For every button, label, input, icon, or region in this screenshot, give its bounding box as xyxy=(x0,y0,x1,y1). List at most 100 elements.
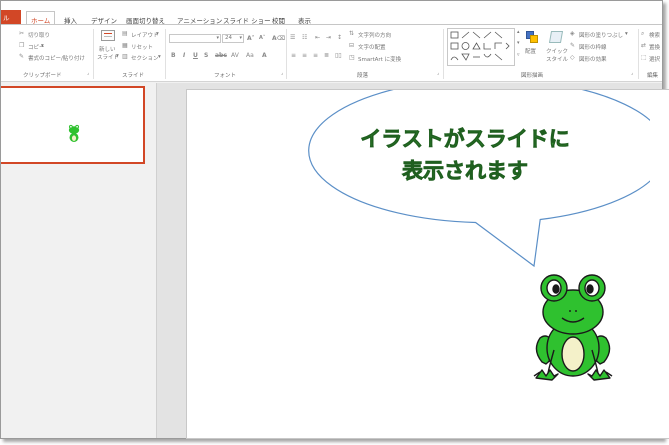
drawing-group-label: 図形描画 xyxy=(521,73,544,79)
group-divider xyxy=(443,29,444,79)
shapes-gallery-icon xyxy=(450,31,510,61)
group-divider xyxy=(286,29,287,79)
section-button[interactable]: セクション xyxy=(131,54,159,62)
font-group-label: フォント xyxy=(214,73,237,79)
select-button[interactable]: 選択 xyxy=(649,55,660,63)
increase-indent-icon[interactable]: ⇥ xyxy=(326,34,331,41)
shape-fill-button[interactable]: 図形の塗りつぶし xyxy=(579,31,623,39)
effects-icon: ◇ xyxy=(570,54,575,61)
speech-bubble-text[interactable]: イラストがスライドに 表示されます xyxy=(325,123,605,187)
clear-formatting-icon[interactable]: A⌫ xyxy=(272,35,285,42)
layout-button[interactable]: レイアウト xyxy=(131,31,159,39)
layout-dropdown-icon[interactable]: ▾ xyxy=(156,31,159,37)
shapes-gallery[interactable] xyxy=(447,28,515,66)
arrange-icon xyxy=(526,31,538,43)
font-color-icon[interactable]: A xyxy=(262,52,267,59)
text-direction-button[interactable]: 文字列の方向 xyxy=(358,31,391,39)
tab-file[interactable]: ル xyxy=(1,10,21,24)
decrease-indent-icon[interactable]: ⇤ xyxy=(315,34,320,41)
strikethrough-icon[interactable]: abc xyxy=(215,52,227,59)
select-icon: ⬚ xyxy=(641,54,647,61)
character-spacing-icon[interactable]: AV xyxy=(231,52,239,59)
reset-button[interactable]: リセット xyxy=(131,43,153,51)
slides-group-label: スライド xyxy=(122,73,145,79)
align-text-button[interactable]: 文字の配置 xyxy=(358,43,386,51)
columns-icon[interactable]: ▯▯ xyxy=(335,52,342,59)
tab-home[interactable]: ホーム xyxy=(26,11,56,25)
font-size-value: 24 xyxy=(225,35,232,41)
new-slide-dropdown-icon: ▾ xyxy=(116,53,119,59)
replace-button[interactable]: 置換 xyxy=(649,43,660,51)
quick-styles-icon xyxy=(548,31,564,43)
format-painter-icon: ✎ xyxy=(19,53,25,60)
italic-icon[interactable]: I xyxy=(183,52,185,59)
frog-illustration[interactable] xyxy=(532,270,614,382)
layout-icon: ▤ xyxy=(122,30,128,37)
arrange-button[interactable]: 配置 xyxy=(523,29,541,65)
bullets-icon[interactable]: ☰ xyxy=(290,34,295,41)
paint-bucket-icon: ◈ xyxy=(570,30,575,37)
drawing-launcher-icon[interactable]: ⌟ xyxy=(631,71,633,76)
chevron-down-icon: ▾ xyxy=(216,35,219,41)
new-slide-label-line1: 新しい xyxy=(99,47,116,53)
bubble-text-line1: イラストがスライドに xyxy=(360,127,570,152)
clipboard-group-label: クリップボード xyxy=(23,73,62,79)
numbering-icon[interactable]: ☷ xyxy=(302,34,307,41)
grow-font-icon[interactable]: A˄ xyxy=(247,35,255,42)
smartart-button[interactable]: SmartArt に変換 xyxy=(358,55,401,63)
paragraph-group-label: 段落 xyxy=(357,73,369,79)
ribbon-tab-bar: ル ホーム 挿入 デザイン 画面切り替え アニメーション スライド ショー 校閲… xyxy=(1,1,662,25)
copy-icon: ❐ xyxy=(19,42,25,49)
text-direction-icon: ⇅ xyxy=(349,30,355,37)
shape-outline-button[interactable]: 図形の枠線 xyxy=(579,43,607,51)
gallery-scroll-down-icon[interactable]: ▾ xyxy=(517,40,520,46)
format-painter-button[interactable]: 書式のコピー/貼り付け xyxy=(28,54,85,62)
slide-thumbnail[interactable] xyxy=(1,86,145,164)
change-case-icon[interactable]: Aa xyxy=(246,52,254,59)
tab-file-label: ル xyxy=(3,14,10,22)
quick-styles-label-line1: クイック xyxy=(546,49,569,55)
pen-icon: ✎ xyxy=(570,42,576,49)
shape-effects-button[interactable]: 図形の効果 xyxy=(579,55,607,63)
cut-button[interactable]: 切り取り xyxy=(28,31,50,39)
gallery-more-icon[interactable]: ▿ xyxy=(517,52,520,58)
align-center-icon[interactable]: ≡ xyxy=(302,52,307,59)
align-right-icon[interactable]: ≡ xyxy=(313,52,318,59)
reset-icon: ▦ xyxy=(122,42,128,49)
underline-icon[interactable]: U xyxy=(193,52,198,59)
shrink-font-icon[interactable]: A˅ xyxy=(259,35,265,41)
replace-icon: ⇄ xyxy=(641,42,647,49)
bubble-text-line2: 表示されます xyxy=(402,159,529,184)
quick-styles-label-line2: スタイル xyxy=(546,57,569,63)
section-icon: ▥ xyxy=(122,53,128,60)
editing-group-label: 編集 xyxy=(647,73,659,79)
paragraph-launcher-icon[interactable]: ⌟ xyxy=(437,71,439,76)
group-divider xyxy=(638,29,639,79)
chevron-down-icon: ▾ xyxy=(239,35,242,41)
gallery-scroll-up-icon[interactable]: ▴ xyxy=(517,29,520,35)
arrange-label: 配置 xyxy=(525,49,537,55)
bold-icon[interactable]: B xyxy=(171,52,176,59)
align-left-icon[interactable]: ≡ xyxy=(291,52,296,59)
frog-illustration-thumbnail xyxy=(68,124,80,142)
smartart-icon: ◳ xyxy=(349,54,355,61)
group-divider xyxy=(93,29,94,79)
new-slide-icon xyxy=(101,30,115,41)
font-name-combobox[interactable]: ▾ xyxy=(169,34,221,43)
new-slide-button[interactable]: 新しい スライド ▾ xyxy=(97,28,119,68)
find-button[interactable]: 検索 xyxy=(649,31,660,39)
quick-styles-button[interactable]: クイック スタイル xyxy=(544,29,568,69)
clipboard-launcher-icon[interactable]: ⌟ xyxy=(87,71,89,76)
slide-thumbnail-pane[interactable] xyxy=(1,83,156,438)
scissors-icon: ✂ xyxy=(19,30,25,37)
line-spacing-icon[interactable]: ↕ xyxy=(337,34,342,41)
font-launcher-icon[interactable]: ⌟ xyxy=(281,71,283,76)
font-size-combobox[interactable]: 24 ▾ xyxy=(222,34,244,43)
justify-icon[interactable]: ≣ xyxy=(324,52,329,59)
section-dropdown-icon[interactable]: ▾ xyxy=(158,54,161,60)
shadow-icon[interactable]: S xyxy=(204,52,208,59)
find-icon: ⌕ xyxy=(641,30,645,37)
copy-dropdown-icon[interactable]: ▾ xyxy=(41,43,44,49)
shape-fill-dropdown-icon[interactable]: ▾ xyxy=(625,31,628,37)
align-text-icon: ⊟ xyxy=(349,42,355,49)
